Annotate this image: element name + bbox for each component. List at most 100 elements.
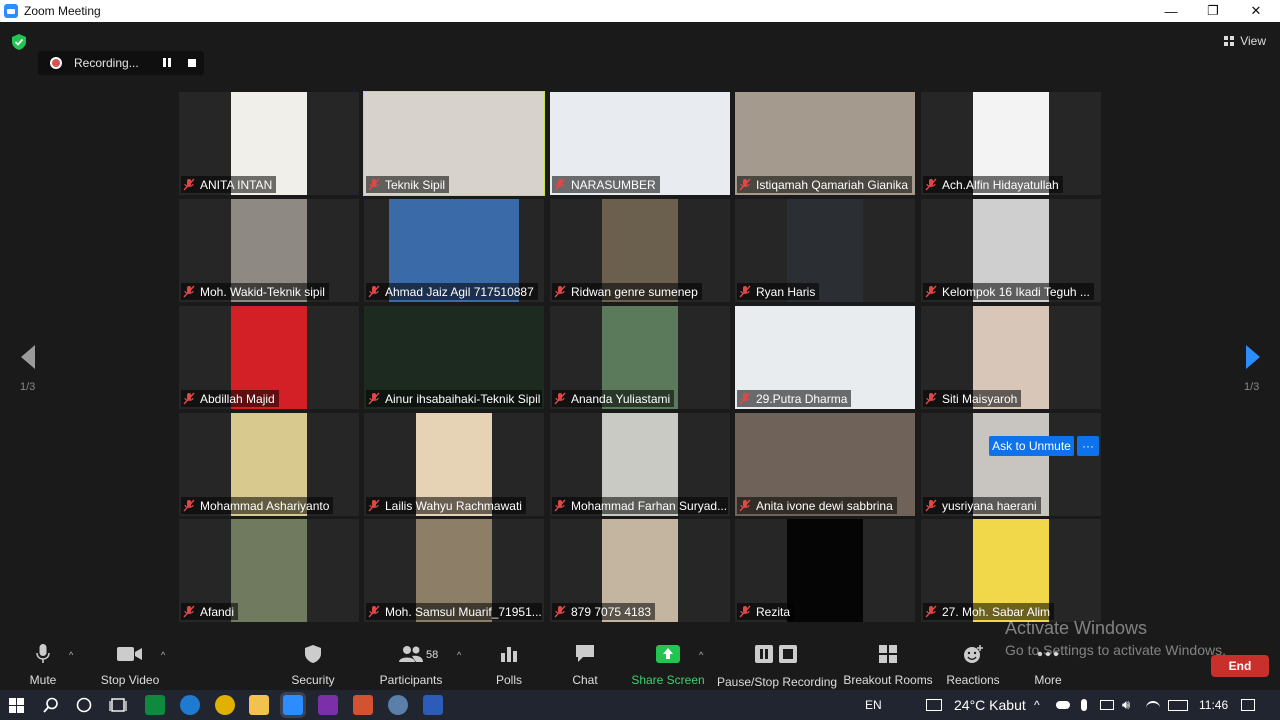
- onenote-taskbar-icon[interactable]: [318, 695, 338, 715]
- chat-button[interactable]: Chat: [568, 640, 602, 690]
- ask-to-unmute-button[interactable]: Ask to Unmute: [989, 436, 1074, 456]
- view-label: View: [1240, 34, 1266, 48]
- pause-stop-recording-button[interactable]: Pause/Stop Recording: [717, 640, 837, 690]
- participant-name: Ainur ihsabaihaki-Teknik Sipil: [385, 391, 541, 406]
- edge-taskbar-icon[interactable]: [145, 695, 165, 715]
- participant-tile[interactable]: Istiqamah Qamariah Gianika: [735, 92, 915, 195]
- end-meeting-button[interactable]: End: [1211, 655, 1269, 677]
- participant-nameplate: Kelompok 16 Ikadi Teguh ...: [923, 283, 1094, 300]
- close-button[interactable]: ✕: [1235, 0, 1277, 22]
- power-tray-icon[interactable]: [1100, 700, 1114, 710]
- participant-tile[interactable]: yusriyana haerani: [921, 413, 1101, 516]
- participant-tile[interactable]: Ainur ihsabaihaki-Teknik Sipil: [364, 306, 544, 409]
- participant-tile[interactable]: ANITA INTAN: [179, 92, 359, 195]
- notifications-icon[interactable]: [1241, 699, 1255, 711]
- chrome-taskbar-icon[interactable]: [215, 695, 235, 715]
- participant-name: Ananda Yuliastami: [571, 391, 671, 406]
- restore-button[interactable]: ❐: [1192, 0, 1234, 22]
- cortana-icon[interactable]: [76, 697, 92, 713]
- participant-tile[interactable]: 27. Moh. Sabar Alim: [921, 519, 1101, 622]
- polls-button[interactable]: Polls: [492, 640, 526, 690]
- language-indicator[interactable]: EN: [865, 698, 882, 712]
- next-page-icon[interactable]: [1243, 344, 1263, 370]
- participant-nameplate: Moh. Wakid-Teknik sipil: [181, 283, 329, 300]
- muted-mic-icon: [368, 285, 380, 298]
- participant-tile[interactable]: Anita ivone dewi sabbrina: [735, 413, 915, 516]
- powerpoint-taskbar-icon[interactable]: [353, 695, 373, 715]
- participants-button[interactable]: Participants: [380, 640, 442, 690]
- audio-options-caret-icon[interactable]: ^: [69, 650, 73, 660]
- participant-tile[interactable]: Lailis Wahyu Rachmawati: [364, 413, 544, 516]
- app-taskbar-icon[interactable]: [388, 695, 408, 715]
- prev-page-icon[interactable]: [18, 344, 38, 370]
- participant-tile[interactable]: Ridwan genre sumenep: [550, 199, 730, 302]
- participant-nameplate: 29.Putra Dharma: [737, 390, 852, 407]
- participant-nameplate: Moh. Samsul Muarif_71951...: [366, 603, 542, 620]
- participant-tile[interactable]: Ananda Yuliastami: [550, 306, 730, 409]
- onedrive-cloud-icon[interactable]: [1056, 701, 1070, 709]
- participant-tile[interactable]: Mohammad Farhan Suryad...: [550, 413, 730, 516]
- muted-mic-icon: [739, 178, 751, 191]
- microphone-tray-icon[interactable]: [1081, 699, 1087, 711]
- muted-mic-icon: [554, 605, 566, 618]
- volume-icon[interactable]: 🔊︎: [1122, 697, 1130, 713]
- participant-name: Mohammad Ashariyanto: [200, 498, 330, 513]
- stop-video-button[interactable]: Stop Video: [100, 640, 160, 690]
- participant-tile[interactable]: Abdillah Majid: [179, 306, 359, 409]
- participant-tile[interactable]: Mohammad Ashariyanto: [179, 413, 359, 516]
- search-icon[interactable]: [43, 697, 59, 713]
- participant-tile[interactable]: Moh. Samsul Muarif_71951...: [364, 519, 544, 622]
- show-hidden-icons-icon[interactable]: ^: [1034, 698, 1040, 712]
- clock-time[interactable]: 11:46: [1199, 698, 1228, 712]
- security-button[interactable]: Security: [290, 640, 336, 690]
- participant-name: Siti Maisyaroh: [942, 391, 1018, 406]
- video-options-caret-icon[interactable]: ^: [161, 650, 165, 660]
- keyboard-icon[interactable]: [1168, 700, 1188, 711]
- participant-nameplate: Ridwan genre sumenep: [552, 283, 702, 300]
- participant-tile[interactable]: Siti Maisyaroh: [921, 306, 1101, 409]
- muted-mic-icon: [554, 178, 566, 191]
- participant-tile[interactable]: 29.Putra Dharma: [735, 306, 915, 409]
- internet-explorer-taskbar-icon[interactable]: [180, 695, 200, 715]
- tile-more-button[interactable]: ···: [1077, 436, 1099, 456]
- breakout-rooms-button[interactable]: Breakout Rooms: [843, 640, 933, 690]
- participant-tile[interactable]: Kelompok 16 Ikadi Teguh ...: [921, 199, 1101, 302]
- grid-view-icon: [1224, 36, 1235, 46]
- participant-name: Kelompok 16 Ikadi Teguh ...: [942, 284, 1090, 299]
- share-screen-button[interactable]: Share Screen: [631, 640, 705, 690]
- pause-recording-icon[interactable]: [162, 58, 172, 68]
- battery-icon[interactable]: [926, 699, 942, 711]
- participant-tile[interactable]: Afandi: [179, 519, 359, 622]
- windows-start-icon[interactable]: [9, 698, 24, 713]
- more-button[interactable]: More: [1030, 640, 1066, 690]
- wifi-icon[interactable]: [1146, 701, 1160, 711]
- participant-tile[interactable]: Ach.Alfin Hidayatullah: [921, 92, 1101, 195]
- muted-mic-icon: [368, 605, 380, 618]
- participant-tile[interactable]: Moh. Wakid-Teknik sipil: [179, 199, 359, 302]
- view-button[interactable]: View: [1224, 34, 1266, 48]
- participant-tile[interactable]: Ryan Haris: [735, 199, 915, 302]
- mute-button[interactable]: Mute: [22, 640, 64, 690]
- reactions-label: Reactions: [946, 673, 1000, 687]
- share-options-caret-icon[interactable]: ^: [699, 650, 703, 660]
- mute-label: Mute: [29, 673, 57, 687]
- stop-recording-icon[interactable]: [188, 59, 196, 67]
- reactions-button[interactable]: Reactions: [946, 640, 1000, 690]
- task-view-icon[interactable]: [109, 697, 127, 713]
- participant-nameplate: Mohammad Ashariyanto: [181, 497, 334, 514]
- participant-tile[interactable]: Rezita: [735, 519, 915, 622]
- shield-check-icon[interactable]: [12, 34, 26, 50]
- zoom-taskbar-icon[interactable]: [283, 695, 303, 715]
- participant-tile[interactable]: NARASUMBER: [550, 92, 730, 195]
- minimize-button[interactable]: —: [1150, 0, 1192, 22]
- participant-tile[interactable]: Teknik Sipil: [363, 91, 545, 196]
- participant-nameplate: Abdillah Majid: [181, 390, 279, 407]
- participant-nameplate: Siti Maisyaroh: [923, 390, 1022, 407]
- weather-label[interactable]: 24°C Kabut: [954, 697, 1026, 713]
- word-taskbar-icon[interactable]: [423, 695, 443, 715]
- muted-mic-icon: [739, 392, 751, 405]
- participant-tile[interactable]: Ahmad Jaiz Agil 717510887: [364, 199, 544, 302]
- file-explorer-taskbar-icon[interactable]: [249, 695, 269, 715]
- participant-tile[interactable]: 879 7075 4183: [550, 519, 730, 622]
- participants-options-caret-icon[interactable]: ^: [457, 650, 461, 660]
